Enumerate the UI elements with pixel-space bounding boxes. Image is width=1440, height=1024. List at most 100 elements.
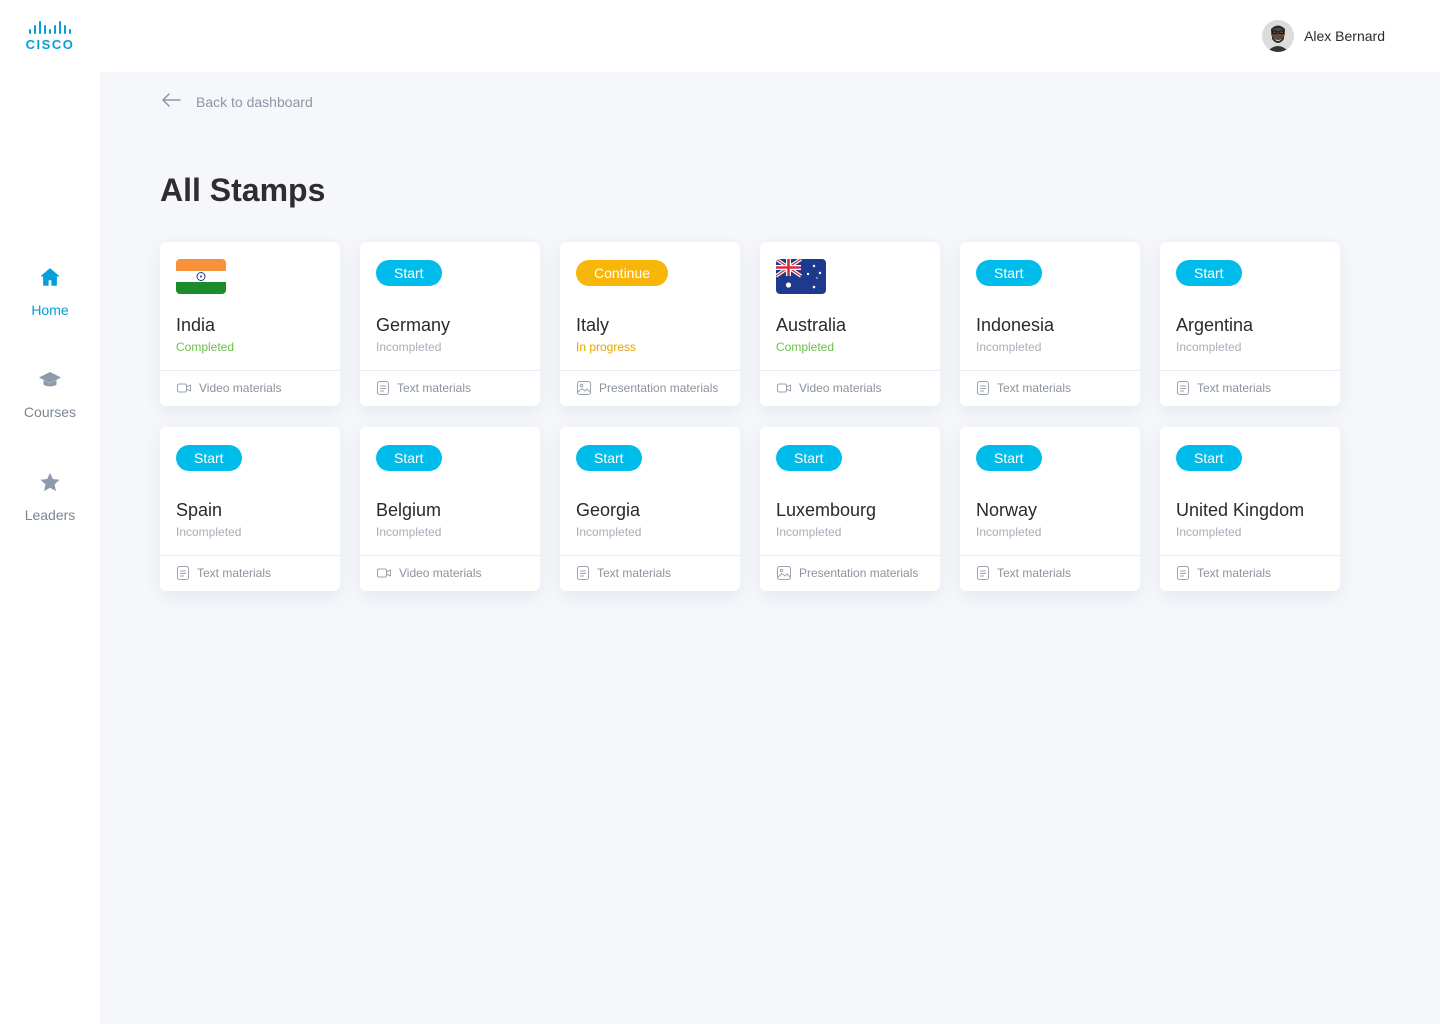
status-label: Incompleted — [176, 525, 242, 539]
user-name: Alex Bernard — [1304, 28, 1385, 44]
materials-label: Video materials — [399, 566, 482, 580]
video-icon — [777, 382, 791, 394]
user-menu[interactable]: Alex Bernard — [1262, 20, 1385, 52]
start-button[interactable]: Start — [176, 445, 242, 471]
back-label: Back to dashboard — [196, 93, 313, 110]
document-icon — [1177, 566, 1189, 580]
country-name: Germany — [376, 315, 451, 335]
stamps-grid: India Completed Video materials Start German… — [160, 242, 1340, 591]
status-label: Incompleted — [376, 525, 442, 539]
stamp-card-body: Start Germany Incompleted — [360, 242, 540, 371]
india-flag-icon — [176, 259, 226, 294]
start-button[interactable]: Start — [1176, 445, 1242, 471]
back-to-dashboard-link[interactable]: Back to dashboard — [161, 92, 313, 111]
country-name: Italy — [576, 315, 610, 335]
logo-text: CISCO — [25, 37, 75, 52]
status-label: Incompleted — [576, 525, 642, 539]
materials-link[interactable]: Presentation materials — [760, 556, 940, 590]
start-button[interactable]: Start — [576, 445, 642, 471]
graduation-cap-icon — [38, 370, 62, 395]
document-icon — [177, 566, 189, 580]
document-icon — [577, 566, 589, 580]
star-icon — [39, 472, 61, 498]
stamp-card[interactable]: Continue Italy In progress Presentation mat… — [560, 242, 740, 406]
document-icon — [1177, 381, 1189, 395]
start-button[interactable]: Start — [976, 260, 1042, 286]
stamp-card[interactable]: Start Argentina Incompleted Text materials — [1160, 242, 1340, 406]
stamp-card-body: Start Georgia Incompleted — [560, 427, 740, 556]
start-button[interactable]: Start — [376, 445, 442, 471]
stamp-card[interactable]: Australia Completed Video materials — [760, 242, 940, 406]
materials-label: Text materials — [997, 381, 1072, 395]
country-name: Argentina — [1176, 315, 1254, 335]
stamp-card-body: Start Norway Incompleted — [960, 427, 1140, 556]
stamp-card[interactable]: Start Georgia Incompleted Text materials — [560, 427, 740, 591]
stamp-card[interactable]: Start Germany Incompleted Text materials — [360, 242, 540, 406]
stamp-card[interactable]: Start United Kingdom Incompleted Text mater… — [1160, 427, 1340, 591]
australia-flag-icon — [776, 259, 826, 294]
status-label: Incompleted — [776, 525, 842, 539]
stamp-card-body: Australia Completed — [760, 242, 940, 371]
status-label: In progress — [576, 340, 637, 354]
stamp-card-body: Start Luxembourg Incompleted — [760, 427, 940, 556]
materials-link[interactable]: Video materials — [160, 371, 340, 405]
status-label: Incompleted — [1176, 525, 1242, 539]
materials-link[interactable]: Text materials — [960, 371, 1140, 405]
document-icon — [977, 381, 989, 395]
stamp-card[interactable]: Start Spain Incompleted Text materials — [160, 427, 340, 591]
materials-label: Text materials — [197, 566, 272, 580]
materials-label: Text materials — [597, 566, 672, 580]
arrow-left-icon — [161, 92, 181, 111]
status-label: Incompleted — [976, 340, 1042, 354]
cisco-logo[interactable]: CISCO — [20, 20, 80, 54]
country-name: Australia — [776, 315, 847, 335]
start-button[interactable]: Start — [776, 445, 842, 471]
materials-link[interactable]: Video materials — [360, 556, 540, 590]
start-button[interactable]: Start — [1176, 260, 1242, 286]
sidebar-item-label: Leaders — [24, 507, 76, 523]
country-name: Spain — [176, 500, 223, 520]
materials-link[interactable]: Text materials — [560, 556, 740, 590]
sidebar-item-label: Home — [31, 302, 69, 318]
materials-label: Presentation materials — [599, 381, 719, 395]
sidebar-item-leaders[interactable]: Leaders — [0, 472, 100, 523]
stamp-card[interactable]: Start Indonesia Incompleted Text materials — [960, 242, 1140, 406]
materials-label: Text materials — [1197, 566, 1272, 580]
sidebar-item-label: Courses — [23, 404, 77, 420]
materials-link[interactable]: Text materials — [1160, 556, 1340, 590]
start-button[interactable]: Start — [976, 445, 1042, 471]
materials-label: Presentation materials — [799, 566, 919, 580]
continue-button[interactable]: Continue — [576, 260, 669, 286]
materials-link[interactable]: Presentation materials — [560, 371, 740, 405]
country-name: India — [176, 315, 216, 335]
stamp-card-body: Start Spain Incompleted — [160, 427, 340, 556]
stamp-card[interactable]: Start Belgium Incompleted Video materials — [360, 427, 540, 591]
start-button[interactable]: Start — [376, 260, 442, 286]
materials-link[interactable]: Text materials — [1160, 371, 1340, 405]
materials-label: Text materials — [397, 381, 472, 395]
status-label: Incompleted — [1176, 340, 1242, 354]
stamp-card[interactable]: India Completed Video materials — [160, 242, 340, 406]
top-bar: Alex Bernard — [100, 0, 1440, 72]
stamp-card[interactable]: Start Norway Incompleted Text materials — [960, 427, 1140, 591]
status-label: Completed — [776, 340, 835, 354]
country-name: Georgia — [576, 500, 641, 520]
sidebar-item-home[interactable]: Home — [0, 266, 100, 318]
materials-link[interactable]: Text materials — [160, 556, 340, 590]
status-label: Incompleted — [376, 340, 442, 354]
status-label: Incompleted — [976, 525, 1042, 539]
sidebar: CISCO Home Courses Leaders — [0, 0, 100, 1024]
stamp-card-body: Start United Kingdom Incompleted — [1160, 427, 1340, 556]
avatar — [1262, 20, 1295, 52]
sidebar-item-courses[interactable]: Courses — [0, 370, 100, 420]
stamp-card-body: Start Belgium Incompleted — [360, 427, 540, 556]
image-icon — [777, 566, 791, 580]
stamp-card[interactable]: Start Luxembourg Incompleted Presentation m… — [760, 427, 940, 591]
materials-link[interactable]: Text materials — [960, 556, 1140, 590]
stamp-card-body: India Completed — [160, 242, 340, 371]
materials-link[interactable]: Text materials — [360, 371, 540, 405]
country-name: United Kingdom — [1176, 500, 1305, 520]
materials-link[interactable]: Video materials — [760, 371, 940, 405]
materials-label: Video materials — [799, 381, 882, 395]
status-label: Completed — [176, 340, 235, 354]
